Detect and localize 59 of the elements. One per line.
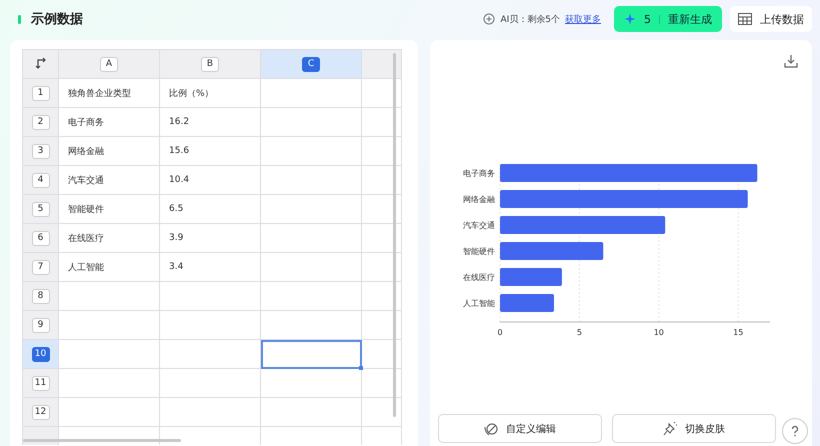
category-label: 智能硬件 [463, 247, 495, 256]
tick-label: 15 [733, 328, 744, 337]
table-cell[interactable]: 比例（%） [160, 78, 260, 108]
switch-skin-button[interactable]: 切换皮肤 [612, 414, 776, 443]
sparkle-icon [624, 13, 636, 25]
help-button[interactable] [782, 418, 808, 444]
category-label: 人工智能 [463, 299, 495, 308]
row-header[interactable]: 11 [32, 376, 50, 390]
table-cell[interactable]: 汽车交通 [58, 166, 160, 194]
category-label: 电子商务 [463, 169, 495, 178]
table-cell[interactable]: 独角兽企业类型 [58, 78, 160, 108]
tick-label: 10 [654, 328, 664, 337]
table-cell[interactable]: 16.2 [160, 108, 260, 136]
regenerate-button[interactable]: 5 重新生成 [614, 6, 722, 32]
table-cell[interactable]: 智能硬件 [58, 194, 160, 224]
row-header[interactable]: 10 [32, 346, 50, 362]
table-cell[interactable]: 网络金融 [58, 136, 160, 166]
custom-edit-button[interactable]: 自定义编辑 [438, 414, 602, 443]
bar [500, 268, 562, 286]
tick-label: 5 [576, 328, 582, 337]
category-label: 汽车交通 [463, 221, 495, 230]
row-header[interactable]: 3 [32, 144, 50, 158]
row-header[interactable]: 7 [32, 260, 50, 274]
upload-data-button[interactable]: 上传数据 [730, 6, 812, 32]
title-accent-bar [18, 14, 21, 24]
swap-arrows-icon[interactable] [34, 56, 46, 68]
pin-icon [663, 422, 677, 436]
column-header[interactable]: B [201, 56, 219, 72]
row-header[interactable]: 8 [32, 288, 50, 304]
table-cell[interactable]: 人工智能 [58, 252, 160, 282]
row-header[interactable]: 2 [32, 114, 50, 130]
category-label: 网络金融 [463, 195, 495, 204]
row-header[interactable]: 9 [32, 318, 50, 332]
row-header[interactable]: 4 [32, 172, 50, 188]
row-header[interactable]: 12 [32, 404, 50, 420]
bar [500, 294, 554, 312]
get-more-link[interactable]: 获取更多 [565, 12, 601, 26]
column-header[interactable]: C [302, 56, 320, 72]
active-table-cell[interactable] [260, 340, 362, 368]
quota-text: AI贝：剩余5个 [500, 14, 560, 26]
row-header[interactable]: 5 [32, 202, 50, 216]
table-cell[interactable]: 3.9 [160, 224, 260, 252]
horizontal-scrollbar[interactable] [23, 439, 181, 442]
table-cell[interactable]: 6.5 [160, 194, 260, 224]
table-cell[interactable]: 电子商务 [58, 108, 160, 136]
page-title: 示例数据 [31, 11, 83, 28]
category-label: 在线医疗 [463, 273, 495, 282]
vertical-scrollbar[interactable] [393, 53, 396, 417]
column-header[interactable]: A [100, 56, 118, 72]
tick-label: 0 [497, 328, 503, 337]
table-cell[interactable]: 3.4 [160, 252, 260, 282]
table-icon [738, 13, 752, 25]
table-cell[interactable]: 15.6 [160, 136, 260, 166]
row-header[interactable]: 1 [32, 86, 50, 100]
download-icon[interactable] [784, 54, 798, 68]
table-cell[interactable]: 在线医疗 [58, 224, 160, 252]
plus-circle-icon [483, 13, 496, 25]
table-cell[interactable]: 10.4 [160, 166, 260, 194]
row-header[interactable]: 6 [32, 230, 50, 246]
